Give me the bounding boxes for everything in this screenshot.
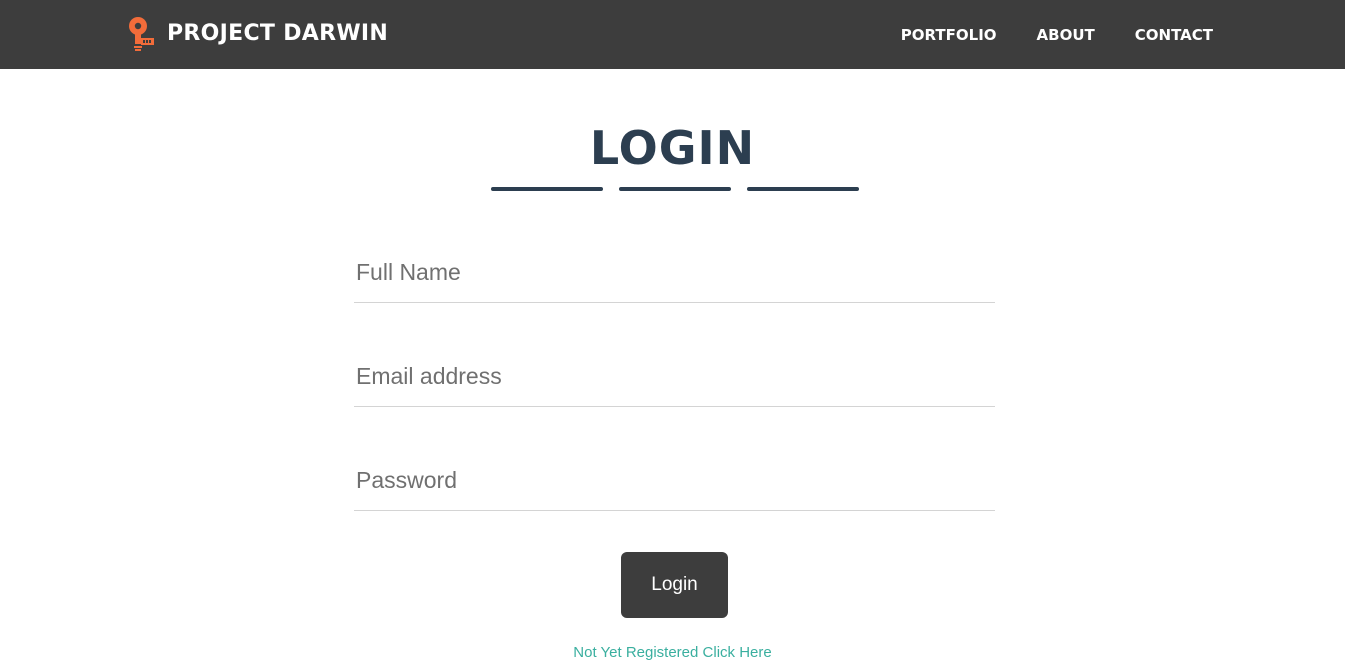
login-button[interactable]: Login xyxy=(621,552,728,618)
brand-title: PROJECT DARWIN xyxy=(167,21,389,46)
email-input[interactable] xyxy=(354,347,995,407)
nav-contact-link[interactable]: CONTACT xyxy=(1135,26,1213,44)
lightbulb-logo-icon xyxy=(129,17,154,51)
heading-divider xyxy=(619,187,731,191)
page-title: LOGIN xyxy=(589,121,756,175)
nav-portfolio-link[interactable]: PORTFOLIO xyxy=(901,26,997,44)
register-link[interactable]: Not Yet Registered Click Here xyxy=(0,644,1345,662)
nav-about-link[interactable]: ABOUT xyxy=(1037,26,1095,44)
navbar: PROJECT DARWIN PORTFOLIO ABOUT CONTACT xyxy=(0,0,1345,69)
full-name-input[interactable] xyxy=(354,243,995,303)
heading-divider xyxy=(747,187,859,191)
password-input[interactable] xyxy=(354,451,995,511)
brand-link[interactable]: PROJECT DARWIN xyxy=(126,14,388,54)
heading-divider xyxy=(491,187,603,191)
nav-links: PORTFOLIO ABOUT CONTACT xyxy=(861,0,1213,69)
